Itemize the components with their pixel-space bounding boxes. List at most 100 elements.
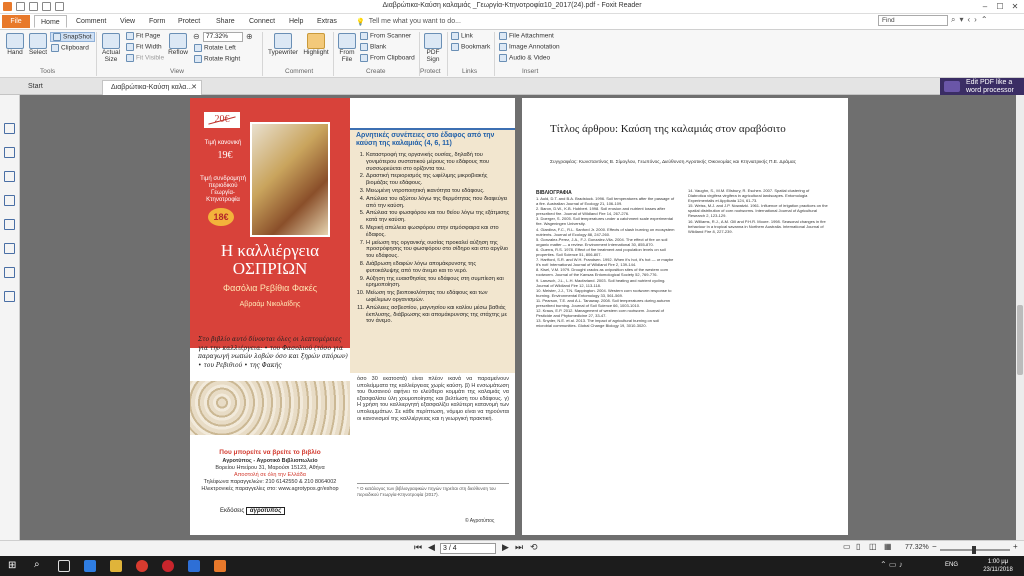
zoom-slider[interactable] <box>940 546 1010 554</box>
actual-size-button[interactable]: Actual Size <box>100 33 122 63</box>
rotate-left-button[interactable]: Rotate Left <box>194 44 236 52</box>
blank-page-icon <box>360 43 368 51</box>
from-file-button[interactable]: From File <box>337 33 357 63</box>
system-tray-icons[interactable]: ⌃ ▭ ♪ <box>880 560 903 569</box>
ribbon-collapse-icon[interactable]: ⌃ <box>981 15 988 25</box>
close-icon[interactable]: ✕ <box>1008 1 1022 12</box>
next-result-icon[interactable]: › <box>974 15 977 25</box>
clipboard-button[interactable]: Clipboard <box>51 44 89 52</box>
security-lock-icon[interactable] <box>4 267 15 278</box>
ribbon-divider <box>96 32 97 76</box>
highlight-button[interactable]: Highlight <box>302 33 330 56</box>
maximize-icon[interactable]: ☐ <box>993 1 1007 12</box>
tab-comment[interactable]: Comment <box>70 15 112 28</box>
app-icon[interactable] <box>162 560 174 572</box>
language-indicator[interactable]: ENG <box>945 562 958 568</box>
typewriter-button[interactable]: Typewriter <box>266 33 300 56</box>
fit-page-button[interactable]: Fit Page <box>126 32 160 40</box>
last-page-icon[interactable]: ⏭ <box>515 542 523 553</box>
zoom-out-icon[interactable]: ⊖ <box>193 32 200 41</box>
search-icon[interactable]: ⌕ <box>951 15 955 25</box>
hand-tool-button[interactable]: Hand <box>4 33 26 56</box>
from-clipboard-button[interactable]: From Clipboard <box>360 54 415 62</box>
ribbon-divider <box>262 32 263 76</box>
zoom-in-icon[interactable]: + <box>1013 542 1018 551</box>
clipboard-icon <box>360 54 368 62</box>
order-line: Αγροτύπος - Αγροτικό Βιβλιοπωλείο <box>222 458 318 464</box>
tab-view[interactable]: View <box>114 15 141 28</box>
opera-browser-icon[interactable] <box>136 560 148 572</box>
edge-browser-icon[interactable] <box>84 560 96 572</box>
zoom-in-icon[interactable]: ⊕ <box>246 32 253 41</box>
signature-icon[interactable] <box>4 243 15 254</box>
tab-home[interactable]: Home <box>34 15 67 28</box>
zoom-out-icon[interactable]: − <box>932 542 937 551</box>
tab-help[interactable]: Help <box>283 15 309 28</box>
scrollbar-thumb[interactable] <box>1017 305 1023 375</box>
pdf-sign-button[interactable]: PDF Sign <box>423 33 443 63</box>
layers-icon[interactable] <box>4 171 15 182</box>
next-page-icon[interactable]: ▶ <box>502 542 509 553</box>
document-viewport[interactable] <box>20 95 1016 540</box>
bookmark-button[interactable]: Bookmark <box>451 43 490 51</box>
article-continuation: όσο 30 εκατοστά) είναι πλέον ικανά να πα… <box>357 376 509 422</box>
page-thumbnails-icon[interactable] <box>4 147 15 158</box>
continuous-facing-view-icon[interactable]: ▦ <box>884 542 892 551</box>
windows-start-icon[interactable]: ⊞ <box>8 560 16 572</box>
first-page-icon[interactable]: ⏮ <box>414 542 422 553</box>
find-options-icon[interactable]: ▾ <box>959 15 963 25</box>
tab-protect[interactable]: Protect <box>172 15 206 28</box>
single-page-view-icon[interactable]: ▭ <box>843 542 851 551</box>
close-tab-icon[interactable]: ✕ <box>191 81 197 95</box>
zoom-percent[interactable]: 77.32% <box>905 544 929 551</box>
facing-view-icon[interactable]: ◫ <box>869 542 877 551</box>
tools-icon[interactable] <box>4 291 15 302</box>
rewind-icon[interactable]: ⟲ <box>530 542 538 553</box>
search-icon[interactable]: ⌕ <box>34 559 40 570</box>
tab-document[interactable]: Διαβρώτικα-Καύση καλα... ✕ <box>102 80 202 95</box>
blank-button[interactable]: Blank <box>360 43 386 51</box>
bookmark-icon <box>451 43 459 51</box>
page-number-input[interactable]: 3 / 4 <box>440 543 496 554</box>
continuous-view-icon[interactable]: ▯ <box>856 542 860 551</box>
fit-visible-button[interactable]: Fit Visible <box>126 54 164 62</box>
edit-pdf-promo-banner[interactable]: Edit PDF like a word processor <box>940 78 1024 95</box>
clipboard-icon <box>51 44 59 52</box>
word-icon[interactable] <box>188 560 200 572</box>
highlight-icon <box>307 33 325 49</box>
tab-share[interactable]: Share <box>210 15 241 28</box>
previous-result-icon[interactable]: ‹ <box>968 15 971 25</box>
zoom-slider-handle[interactable] <box>972 546 976 554</box>
find-input[interactable]: Find <box>878 15 948 26</box>
comments-icon[interactable] <box>4 195 15 206</box>
tell-me-box[interactable]: 💡 Tell me what you want to do... <box>356 15 461 28</box>
tab-extras[interactable]: Extras <box>311 15 343 28</box>
minimize-icon[interactable]: – <box>978 1 992 12</box>
file-attachment-button[interactable]: File Attachment <box>499 32 554 40</box>
group-label-insert: Insert <box>522 68 539 75</box>
order-line: Αποστολή σε όλη την Ελλάδα <box>234 472 306 478</box>
clock[interactable]: 1:00 μμ 23/11/2018 <box>975 558 1021 574</box>
task-view-icon[interactable] <box>58 560 70 572</box>
bookmarks-icon[interactable] <box>4 123 15 134</box>
fit-width-button[interactable]: Fit Width <box>126 43 162 51</box>
image-annotation-button[interactable]: Image Annotation <box>499 43 560 51</box>
tab-start[interactable]: Start <box>20 80 98 95</box>
audio-video-button[interactable]: Audio & Video <box>499 54 550 62</box>
select-tool-button[interactable]: Select <box>27 33 49 56</box>
tab-form[interactable]: Form <box>143 15 171 28</box>
zoom-input[interactable]: 77.32% <box>203 32 243 42</box>
previous-page-icon[interactable]: ◀ <box>428 542 435 553</box>
attachments-link-icon[interactable] <box>4 219 15 230</box>
from-scanner-button[interactable]: From Scanner <box>360 32 411 40</box>
file-explorer-icon[interactable] <box>110 560 122 572</box>
link-button[interactable]: Link <box>451 32 473 40</box>
foxit-reader-icon[interactable] <box>214 560 226 572</box>
vertical-scrollbar[interactable] <box>1016 95 1024 540</box>
snapshot-button[interactable]: SnapShot <box>50 32 95 42</box>
page-footer: © Αγροτύπος <box>465 518 495 524</box>
reflow-button[interactable]: Reflow <box>167 33 189 56</box>
rotate-right-button[interactable]: Rotate Right <box>194 55 240 63</box>
tab-connect[interactable]: Connect <box>243 15 281 28</box>
tab-file[interactable]: File <box>2 15 30 28</box>
